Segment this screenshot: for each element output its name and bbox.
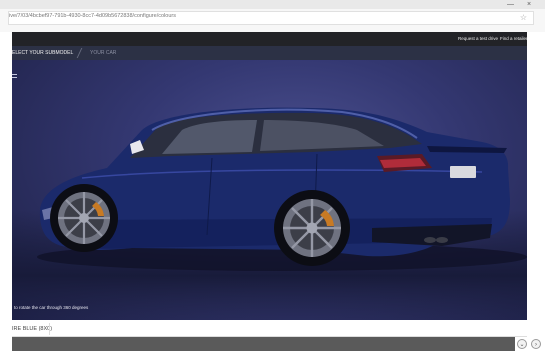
address-bar[interactable]: ive/7/03/4bcbef97-791b-4930-8cc7-4d09b56… [8, 11, 534, 25]
browser-top-strip: — × [0, 0, 545, 9]
close-window-button[interactable]: × [527, 1, 531, 8]
rear-wheel [274, 190, 350, 266]
step-your-car[interactable]: YOUR CAR [90, 50, 116, 56]
find-retailer-link[interactable]: Find a retailer [500, 36, 528, 41]
car-viewer[interactable]: to rotate the car through 360 degrees [12, 60, 527, 320]
minimize-button[interactable]: — [507, 1, 514, 8]
scroll-down-button[interactable]: ⌄ [517, 339, 527, 349]
site-nav: Request a test drive Find a retailer [12, 32, 528, 46]
step-select-submodel[interactable]: ELECT YOUR SUBMODEL [12, 50, 73, 56]
license-plate [450, 166, 476, 178]
url-text: ive/7/03/4bcbef97-791b-4930-8cc7-4d09b56… [9, 13, 176, 19]
car-image[interactable] [12, 60, 527, 320]
colour-options-bar[interactable] [12, 337, 515, 351]
rotate-hint: to rotate the car through 360 degrees [14, 305, 89, 310]
step-divider [76, 48, 83, 58]
colour-row: IRE BLUE (8X0) [12, 322, 527, 337]
colour-divider [49, 323, 50, 335]
configurator-steps: ELECT YOUR SUBMODEL YOUR CAR [12, 46, 527, 60]
request-test-drive-link[interactable]: Request a test drive [458, 36, 498, 41]
browser-bar: — × ive/7/03/4bcbef97-791b-4930-8cc7-4d0… [0, 0, 545, 32]
star-icon[interactable]: ☆ [520, 13, 527, 23]
colour-name: IRE BLUE (8X0) [12, 326, 53, 332]
scroll-right-button[interactable]: › [531, 339, 541, 349]
front-wheel [50, 184, 118, 252]
